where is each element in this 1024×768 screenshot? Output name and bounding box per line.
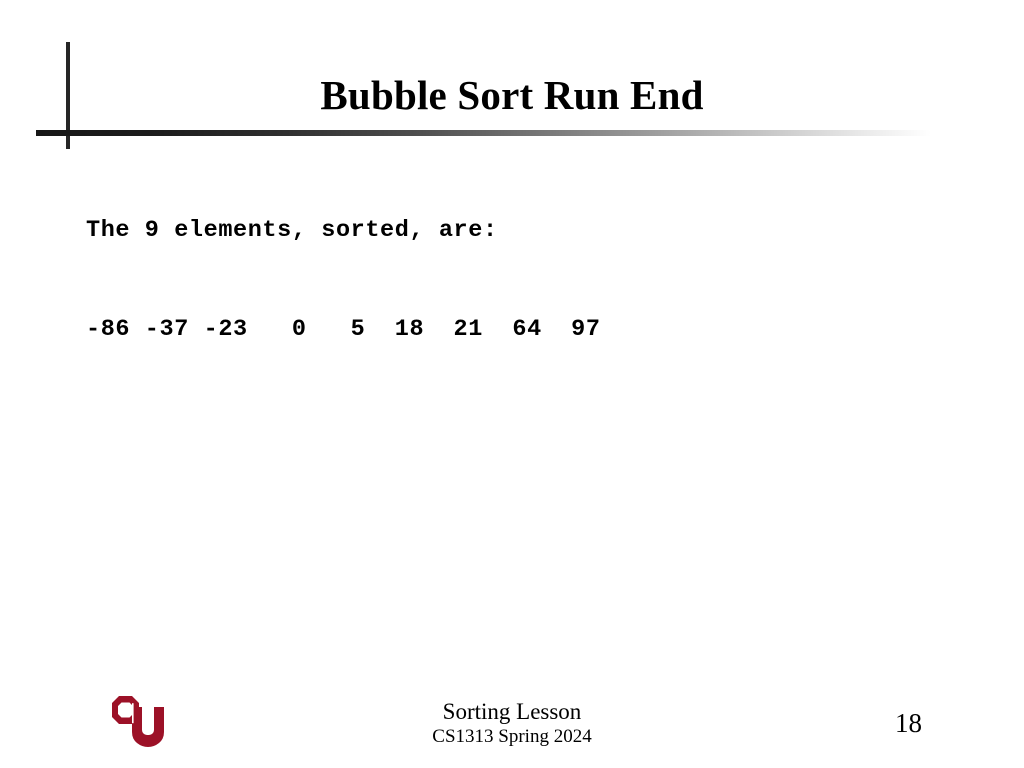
header-horizontal-rule	[36, 130, 931, 136]
footer-course-term: CS1313 Spring 2024	[432, 726, 592, 747]
page-number: 18	[895, 708, 922, 738]
page-title: Bubble Sort Run End	[320, 72, 704, 118]
footer: Sorting Lesson CS1313 Spring 2024	[0, 699, 1024, 748]
output-line-values: -86 -37 -23 0 5 18 21 64 97	[86, 316, 601, 343]
slide: Bubble Sort Run End The 9 elements, sort…	[0, 0, 1024, 768]
output-line-header: The 9 elements, sorted, are:	[86, 217, 498, 244]
footer-lesson-title: Sorting Lesson	[442, 699, 582, 724]
console-output: The 9 elements, sorted, are: -86 -37 -23…	[86, 148, 601, 412]
